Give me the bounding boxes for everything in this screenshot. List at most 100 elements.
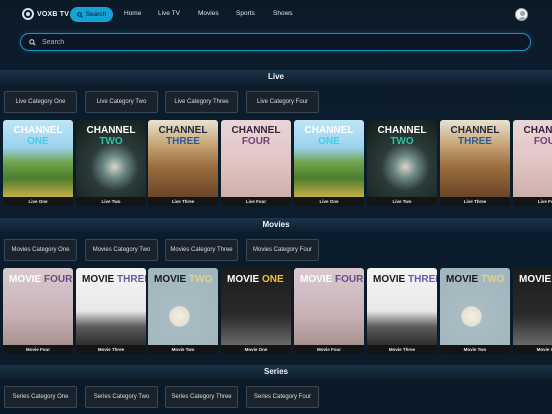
channel-card[interactable]: CHANNEL THREE Live Three [148,120,218,206]
poster-title-word: CHANNEL [231,125,281,136]
card-caption: Live Two [76,197,146,206]
series-category-button[interactable]: Series Category Four [246,386,319,408]
poster-title-word: MOVIE [227,274,263,285]
poster-title-accent: FOUR [241,136,271,147]
poster-title-word: MOVIE [519,274,552,285]
movie-poster-title: MOVIE TWO [446,275,504,285]
app-root: VOXB TV Search Home Live TV Movies Sport… [0,0,552,414]
series-category-button[interactable]: Series Category Two [85,386,158,408]
poster-title-accent: THREE [166,136,200,147]
movie-poster-title: MOVIE THREE [82,275,146,285]
movie-card[interactable]: MOVIE TWO Movie Two [440,268,510,354]
series-category-row: Series Category One Series Category Two … [0,386,552,410]
series-category-button[interactable]: Series Category One [4,386,77,408]
card-caption: Live One [294,197,364,206]
nav-link-movies[interactable]: Movies [198,10,219,17]
card-caption: Movie Three [367,345,437,354]
logo-icon [22,8,34,20]
poster-title-accent: TWO [390,136,414,147]
channel-card[interactable]: CHANNEL TWO Live Two [367,120,437,206]
card-caption: Movie Four [294,345,364,354]
card-caption: Movie One [221,345,291,354]
search-icon [76,11,83,18]
logo-text: VOXB TV [37,10,70,18]
poster-title-accent: ONE [27,136,49,147]
movie-poster-title: MOVIE FOUR [9,275,72,285]
movie-card[interactable]: MOVIE THREE Movie Three [76,268,146,354]
movies-category-button[interactable]: Movies Category Two [85,239,158,261]
live-category-row: Live Category One Live Category Two Live… [0,91,552,115]
poster-title-word: MOVIE [154,274,190,285]
live-category-button[interactable]: Live Category Three [165,91,238,113]
live-category-button[interactable]: Live Category One [4,91,77,113]
poster-title-word: CHANNEL [13,125,63,136]
movies-category-row: Movies Category One Movies Category Two … [0,239,552,263]
card-caption: Movie One [513,345,552,354]
poster-title-word: CHANNEL [450,125,500,136]
card-caption: Live Four [221,197,291,206]
nav-search-label: Search [85,11,107,18]
search-bar [20,33,531,51]
poster-title-accent: TWO [189,274,213,285]
app-logo[interactable]: VOXB TV [22,8,69,20]
poster-title-accent: TWO [481,274,505,285]
profile-avatar[interactable] [515,8,528,21]
card-caption: Movie Four [3,345,73,354]
movie-card[interactable]: MOVIE FOUR Movie Four [294,268,364,354]
movies-category-button[interactable]: Movies Category Four [246,239,319,261]
channel-card[interactable]: CHANNELFOUR Live Four [513,120,552,206]
poster-title-word: MOVIE [300,274,336,285]
card-caption: Live Three [148,197,218,206]
movie-card[interactable]: MOVIE TWO Movie Two [148,268,218,354]
movie-card[interactable]: MOVIE ONE Movie One [513,268,552,354]
channel-card[interactable]: CHANNEL ONE Live One [3,120,73,206]
card-caption: Live One [3,197,73,206]
nav-link-live-tv[interactable]: Live TV [158,10,180,17]
section-title-series: Series [0,365,552,379]
poster-title-accent: THREE [408,274,437,285]
channel-card[interactable]: CHANNEL TWO Live Two [76,120,146,206]
nav-link-sports[interactable]: Sports [236,10,255,17]
poster-title-accent: FOUR [335,274,364,285]
nav-link-shows[interactable]: Shows [273,10,293,17]
channel-card[interactable]: CHANNEL ONE Live One [294,120,364,206]
movies-card-row: MOVIE FOUR Movie Four MOVIE THREE Movie Thr… [0,268,552,354]
movie-card[interactable]: MOVIE THREE Movie Three [367,268,437,354]
movie-card[interactable]: MOVIE FOUR Movie Four [3,268,73,354]
card-caption: Live Three [440,197,510,206]
movie-poster-title: MOVIE ONE [227,275,284,285]
live-category-button[interactable]: Live Category Two [85,91,158,113]
movie-poster-title: MOVIE FOUR [300,275,363,285]
movies-category-button[interactable]: Movies Category Three [165,239,238,261]
nav-search-button[interactable]: Search [70,7,113,22]
poster-title-word: MOVIE [9,274,45,285]
channel-card[interactable]: CHANNEL THREE Live Three [440,120,510,206]
nav-link-home[interactable]: Home [124,10,141,17]
section-title-live: Live [0,70,552,84]
movie-card[interactable]: MOVIE ONE Movie One [221,268,291,354]
series-category-button[interactable]: Series Category Three [165,386,238,408]
movies-category-button[interactable]: Movies Category One [4,239,77,261]
poster-title-accent: FOUR [533,136,552,147]
live-category-button[interactable]: Live Category Four [246,91,319,113]
card-caption: Movie Two [148,345,218,354]
poster-title-accent: FOUR [44,274,73,285]
search-input[interactable] [42,38,482,46]
movie-poster-title: MOVIE ONE [519,275,552,285]
poster-title-word: CHANNEL [158,125,208,136]
card-caption: Movie Two [440,345,510,354]
poster-title-word: MOVIE [446,274,482,285]
poster-title-word: MOVIE [373,274,409,285]
poster-title-accent: TWO [99,136,123,147]
card-caption: Movie Three [76,345,146,354]
top-nav: VOXB TV Search Home Live TV Movies Sport… [0,0,552,30]
poster-title-word: CHANNEL [86,125,136,136]
channel-card[interactable]: CHANNELFOUR Live Four [221,120,291,206]
live-card-row: CHANNEL ONE Live One CHANNEL TWO Live Two CHAN… [0,120,552,206]
search-icon [29,38,36,46]
poster-title-word: CHANNEL [523,125,552,136]
card-caption: Live Two [367,197,437,206]
poster-title-word: MOVIE [82,274,118,285]
poster-title-accent: ONE [262,274,284,285]
section-title-movies: Movies [0,218,552,232]
